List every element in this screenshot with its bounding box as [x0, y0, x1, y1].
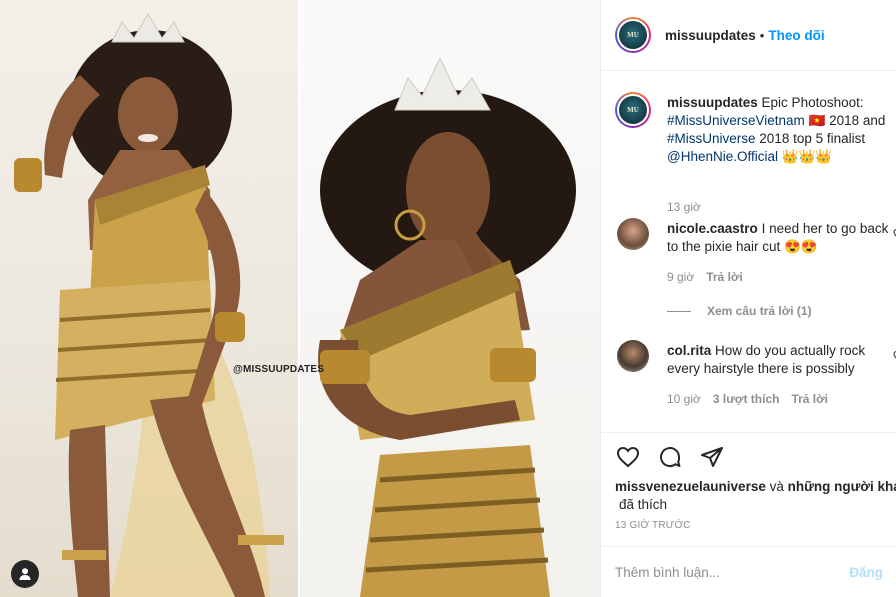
comment-bubble-icon	[660, 447, 681, 468]
view-replies-button[interactable]: Xem câu trả lời (1)	[667, 304, 812, 318]
caption-timestamp[interactable]: 13 giờ	[667, 200, 701, 214]
paper-plane-icon	[701, 447, 723, 467]
header-username[interactable]: missuupdates	[665, 28, 756, 43]
liked-by: missvenezuelauniverse và những người khá…	[615, 478, 896, 496]
comment-username[interactable]: nicole.caastro	[667, 221, 758, 236]
like-button[interactable]	[615, 444, 641, 470]
avatar-logo: MU	[617, 19, 649, 51]
comment-text: nicole.caastro I need her to go back to …	[667, 220, 896, 256]
comment-username[interactable]: col.rita	[667, 343, 711, 358]
user-icon	[19, 568, 31, 580]
comment-input[interactable]	[615, 564, 842, 580]
comment-text: col.rita How do you actually rock every …	[667, 342, 896, 378]
post-timestamp[interactable]: 13 GIỜ TRƯỚC	[615, 520, 883, 531]
caption-avatar-logo: MU	[617, 94, 649, 126]
caption-text-4: 👑👑👑	[781, 149, 833, 164]
comment-meta: 10 giờ 3 lượt thích Trả lời	[667, 392, 828, 406]
comment-time[interactable]: 10 giờ	[667, 392, 701, 406]
add-comment-bar: Đăng	[601, 546, 896, 597]
commenter-avatar[interactable]	[617, 340, 649, 372]
post-panel: MU missuupdates • Theo dõi MU missuupdat…	[600, 0, 896, 597]
commenter-avatar[interactable]	[617, 218, 649, 250]
comment-button[interactable]	[657, 444, 683, 470]
liked-suffix: đã thích	[619, 497, 668, 512]
comment-meta: 9 giờ Trả lời	[667, 270, 743, 284]
share-button[interactable]	[699, 444, 725, 470]
replies-line	[667, 310, 691, 312]
caption-text-3: 2018 top 5 finalist	[759, 131, 866, 146]
comments-list[interactable]: MU missuupdates Epic Photoshoot: #MissUn…	[601, 72, 896, 432]
watermark-text: @MISSUUPDATES	[233, 364, 325, 375]
header-separator: •	[759, 27, 765, 43]
hashtag-link[interactable]: #MissUniverseVietnam	[667, 113, 805, 128]
post-actions: missvenezuelauniverse và những người khá…	[601, 432, 896, 531]
caption-text-1: Epic Photoshoot:	[761, 95, 864, 110]
post-header: MU missuupdates • Theo dõi	[601, 0, 896, 71]
reply-button[interactable]: Trả lời	[706, 270, 743, 284]
action-icons	[615, 443, 883, 471]
liked-by-conj: và	[769, 479, 784, 494]
photo-left	[0, 0, 298, 597]
model-figure-right	[318, 56, 576, 597]
heart-icon	[616, 446, 640, 468]
liked-by-others[interactable]: những người khác	[788, 479, 896, 494]
tagged-users-button[interactable]	[11, 560, 39, 588]
view-replies-label: Xem câu trả lời (1)	[707, 304, 812, 318]
hashtag-link[interactable]: #MissUniverse	[667, 131, 756, 146]
model-figure-left	[14, 13, 284, 597]
avatar[interactable]: MU	[615, 17, 651, 53]
comment-likes[interactable]: 3 lượt thích	[713, 392, 780, 406]
caption-avatar[interactable]: MU	[615, 92, 651, 128]
post-media[interactable]: @MISSUUPDATES	[0, 0, 600, 597]
follow-button[interactable]: Theo dõi	[768, 28, 824, 43]
liked-by-user[interactable]: missvenezuelauniverse	[615, 479, 766, 494]
post-comment-button[interactable]: Đăng	[849, 565, 883, 580]
comment-time[interactable]: 9 giờ	[667, 270, 694, 284]
caption-username[interactable]: missuupdates	[667, 95, 758, 110]
mention-link[interactable]: @HhenNie.Official	[667, 149, 778, 164]
reply-button[interactable]: Trả lời	[791, 392, 828, 406]
caption-text: missuupdates Epic Photoshoot: #MissUnive…	[667, 94, 896, 166]
caption-text-2: 🇻🇳 2018 and	[808, 113, 886, 128]
photo-right	[300, 0, 600, 597]
